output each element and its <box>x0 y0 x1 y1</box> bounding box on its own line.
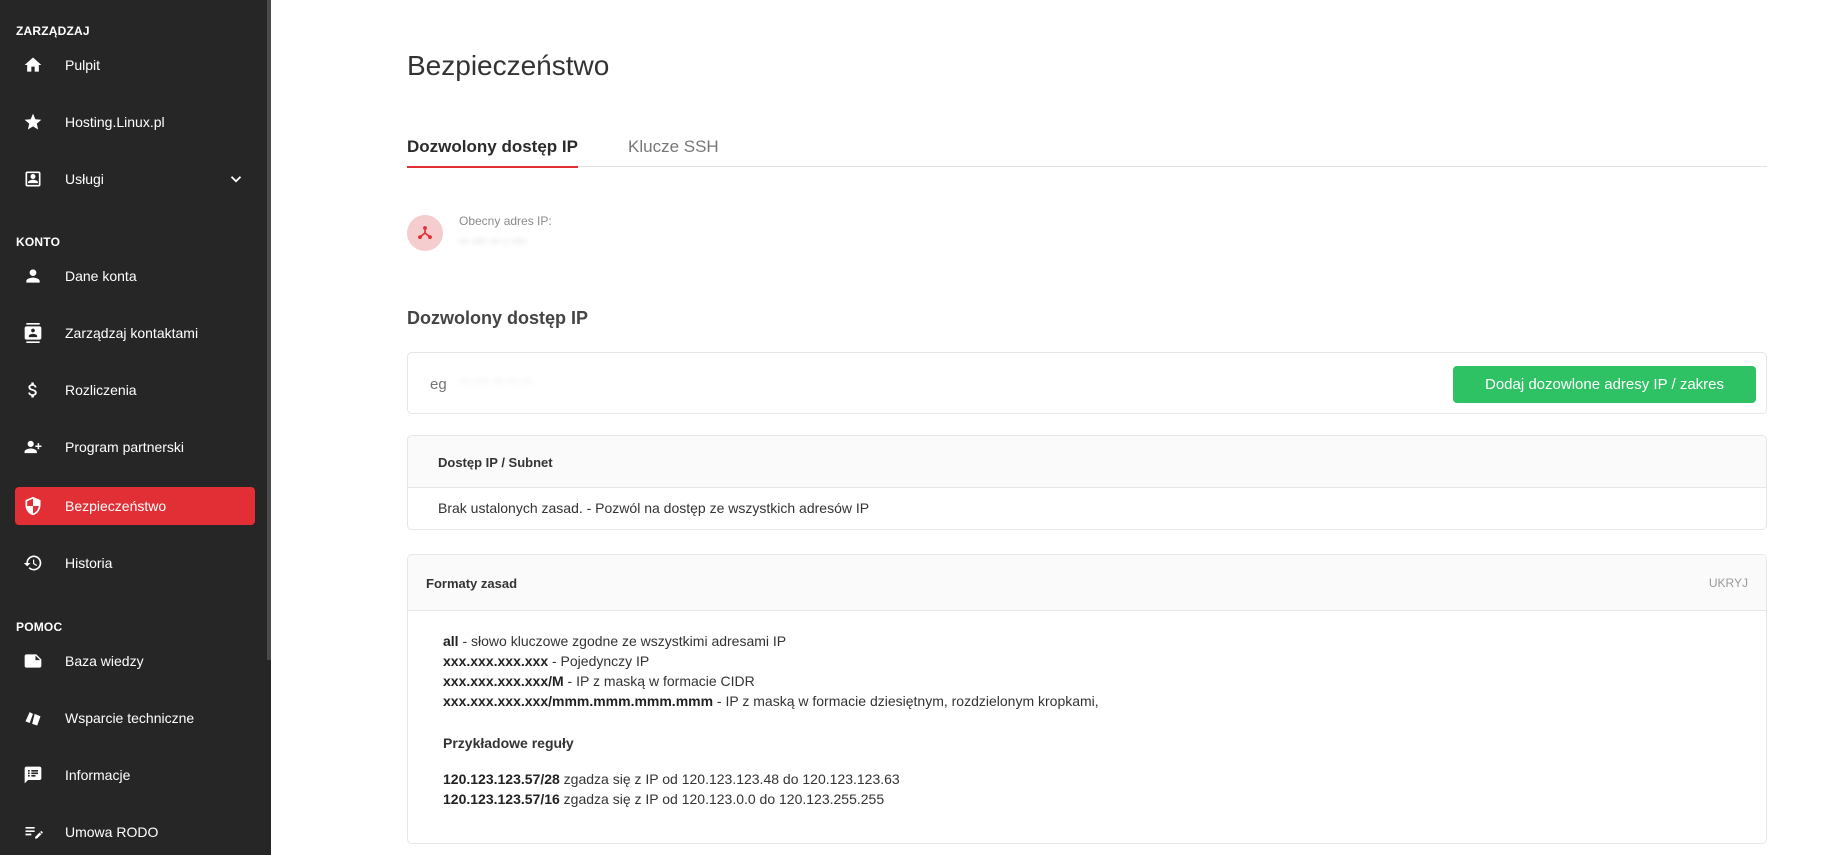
sidebar-item-kontakty[interactable]: Zarządzaj kontaktami <box>15 314 255 352</box>
app-root: ZARZĄDZAJ Pulpit Hosting.Linux.pl Usługi… <box>0 0 1836 855</box>
rule-desc: - IP z maską w formacie dziesiętnym, roz… <box>713 693 1099 709</box>
ip-input-placeholder-blurred: ·· ··· ·· ·· ·· <box>460 372 532 389</box>
current-ip-label: Obecny adres IP: <box>459 214 552 228</box>
table-header: Dostęp IP / Subnet <box>408 436 1766 488</box>
example-line: 120.123.123.57/28 zgadza się z IP od 120… <box>443 769 1099 789</box>
sidebar-item-wsparcie[interactable]: Wsparcie techniczne <box>15 699 255 737</box>
rule-format-line: all - słowo kluczowe zgodne ze wszystkim… <box>443 631 1099 651</box>
sidebar-item-label: Umowa RODO <box>65 824 159 840</box>
add-ip-form: ·· ··· ·· ·· ·· Dodaj dozowlone adresy I… <box>407 352 1767 414</box>
sidebar-item-label: Historia <box>65 555 113 571</box>
example-desc: zgadza się z IP od 120.123.0.0 do 120.12… <box>559 791 885 807</box>
contacts-icon <box>23 323 43 343</box>
sidebar-item-label: Zarządzaj kontaktami <box>65 325 199 341</box>
sidebar-item-pulpit[interactable]: Pulpit <box>15 46 255 84</box>
sidebar-item-historia[interactable]: Historia <box>15 544 255 582</box>
formats-title: Formaty zasad <box>426 576 518 591</box>
allowed-ip-heading: Dozwolony dostęp IP <box>407 308 589 328</box>
formats-header: Formaty zasad UKRYJ <box>408 555 1766 611</box>
section-title-manage: ZARZĄDZAJ <box>16 24 90 38</box>
feedback-icon <box>23 765 43 785</box>
rule-desc: - słowo kluczowe zgodne ze wszystkimi ad… <box>458 633 787 649</box>
sidebar-item-label: Pulpit <box>65 57 101 73</box>
current-ip-value: ·· ··· ·· · ··· <box>459 232 526 248</box>
sidebar-item-baza-wiedzy[interactable]: Baza wiedzy <box>15 642 255 680</box>
rule-key: xxx.xxx.xxx.xxx/mmm.mmm.mmm.mmm <box>443 693 714 709</box>
sidebar-item-label: Hosting.Linux.pl <box>65 114 165 130</box>
sidebar-item-uslugi[interactable]: Usługi <box>15 160 255 198</box>
star-icon <box>23 112 43 132</box>
tabs-bar: Dozwolony dostęp IP Klucze SSH <box>407 130 1767 168</box>
column-header-ip-subnet: Dostęp IP / Subnet <box>438 455 553 470</box>
ip-rules-table: Dostęp IP / Subnet Brak ustalonych zasad… <box>407 435 1767 530</box>
person-icon <box>23 266 43 286</box>
example-key: 120.123.123.57/28 <box>443 771 560 787</box>
rule-format-line: xxx.xxx.xxx.xxx/mmm.mmm.mmm.mmm - IP z m… <box>443 691 1099 711</box>
sidebar: ZARZĄDZAJ Pulpit Hosting.Linux.pl Usługi… <box>0 0 271 855</box>
sidebar-item-bezpieczenstwo[interactable]: Bezpieczeństwo <box>15 487 255 525</box>
rule-key: xxx.xxx.xxx.xxx/M <box>443 673 564 689</box>
note-icon <box>23 651 43 671</box>
dollar-icon <box>23 380 43 400</box>
sidebar-item-informacje[interactable]: Informacje <box>15 756 255 794</box>
hide-formats-toggle[interactable]: UKRYJ <box>1709 576 1748 590</box>
empty-rules-message: Brak ustalonych zasad. - Pozwól na dostę… <box>438 500 870 516</box>
sidebar-item-rozliczenia[interactable]: Rozliczenia <box>15 371 255 409</box>
rule-key: xxx.xxx.xxx.xxx <box>443 653 549 669</box>
tab-allowed-ip[interactable]: Dozwolony dostęp IP <box>407 137 578 168</box>
table-row: Brak ustalonych zasad. - Pozwól na dostę… <box>408 488 1766 529</box>
sidebar-item-label: Usługi <box>65 171 104 187</box>
examples-title: Przykładowe reguły <box>443 735 574 751</box>
sidebar-item-program-partnerski[interactable]: Program partnerski <box>15 428 255 466</box>
sidebar-item-umowa-rodo[interactable]: Umowa RODO <box>15 813 255 851</box>
example-line: 120.123.123.57/16 zgadza się z IP od 120… <box>443 789 1099 809</box>
sidebar-item-label: Rozliczenia <box>65 382 137 398</box>
example-key: 120.123.123.57/16 <box>443 791 560 807</box>
sidebar-item-label: Informacje <box>65 767 131 783</box>
shield-icon <box>23 496 43 516</box>
chevron-down-icon[interactable] <box>227 170 245 188</box>
sidebar-item-label: Bezpieczeństwo <box>65 498 167 514</box>
edit-list-icon <box>23 822 43 842</box>
examples-list: 120.123.123.57/28 zgadza się z IP od 120… <box>443 769 1099 809</box>
network-icon <box>415 223 435 243</box>
add-ip-button[interactable]: Dodaj dozowlone adresy IP / zakres <box>1453 366 1756 403</box>
main-content: Bezpieczeństwo Dozwolony dostęp IP Klucz… <box>271 0 1836 855</box>
ip-avatar <box>407 215 443 251</box>
rule-formats-panel: Formaty zasad UKRYJ all - słowo kluczowe… <box>407 554 1767 844</box>
section-title-help: POMOC <box>16 620 63 634</box>
support-icon <box>23 708 43 728</box>
section-title-account: KONTO <box>16 235 61 249</box>
example-desc: zgadza się z IP od 120.123.123.48 do 120… <box>559 771 900 787</box>
sidebar-item-label: Dane konta <box>65 268 137 284</box>
rule-desc: - IP z maską w formacie CIDR <box>563 673 755 689</box>
tab-ssh-keys[interactable]: Klucze SSH <box>628 137 719 157</box>
services-icon <box>23 169 43 189</box>
sidebar-item-label: Wsparcie techniczne <box>65 710 195 726</box>
add-person-icon <box>23 437 43 457</box>
page-title: Bezpieczeństwo <box>407 50 610 81</box>
rule-desc: - Pojedynczy IP <box>548 653 650 669</box>
sidebar-item-hosting[interactable]: Hosting.Linux.pl <box>15 103 255 141</box>
rule-format-line: xxx.xxx.xxx.xxx - Pojedynczy IP <box>443 651 1099 671</box>
rule-key: all <box>443 633 459 649</box>
sidebar-item-dane-konta[interactable]: Dane konta <box>15 257 255 295</box>
sidebar-item-label: Baza wiedzy <box>65 653 144 669</box>
sidebar-item-label: Program partnerski <box>65 439 185 455</box>
home-icon <box>23 55 43 75</box>
ip-input[interactable] <box>430 371 1290 397</box>
formats-body: all - słowo kluczowe zgodne ze wszystkim… <box>443 631 1099 809</box>
history-icon <box>23 553 43 573</box>
rule-format-line: xxx.xxx.xxx.xxx/M - IP z maską w formaci… <box>443 671 1099 691</box>
